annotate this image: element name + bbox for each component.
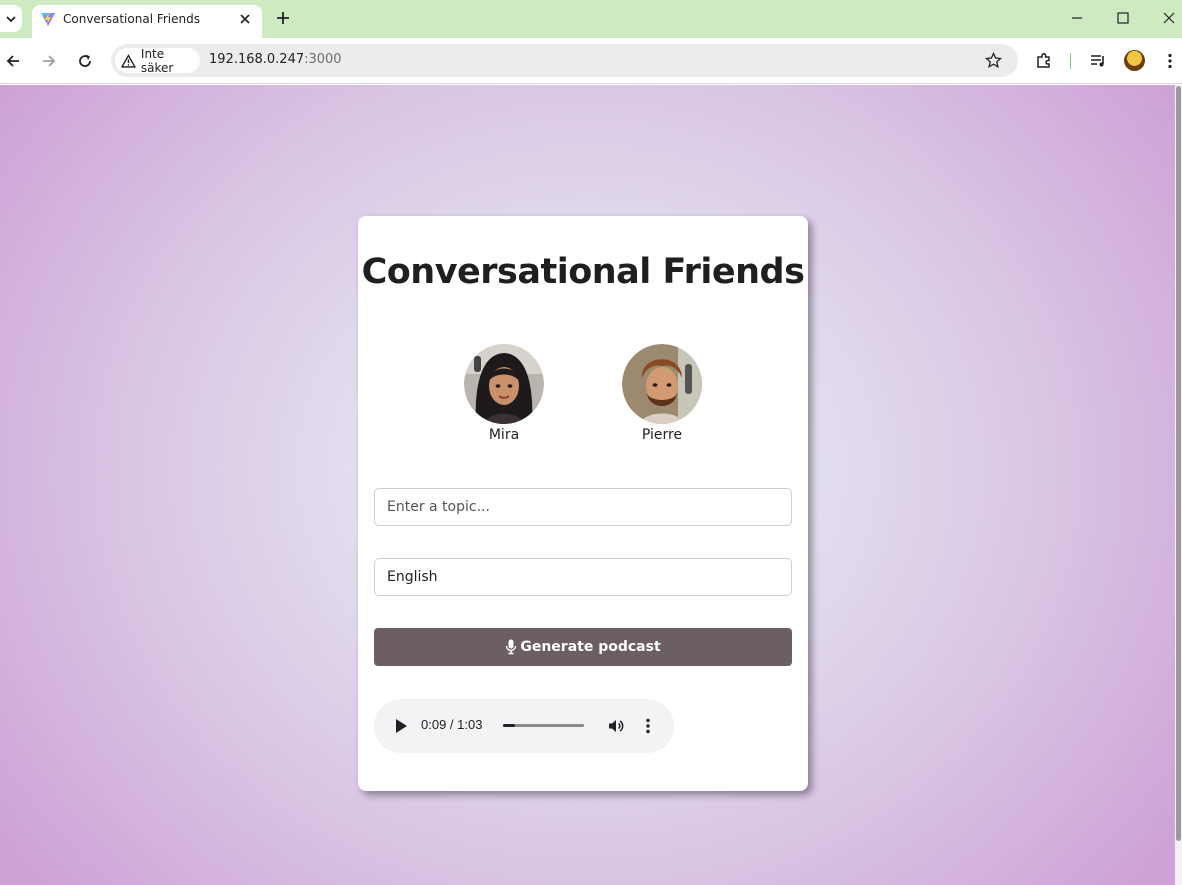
maximize-icon[interactable]: [1115, 10, 1131, 26]
audio-progress-bar[interactable]: [503, 724, 584, 727]
avatar: [464, 344, 544, 424]
tab-title: Conversational Friends: [63, 12, 200, 26]
chevron-down-icon: [6, 15, 16, 22]
extensions-puzzle-icon[interactable]: [1035, 52, 1053, 70]
host-name-mira: Mira: [488, 427, 520, 443]
minimize-icon[interactable]: [1069, 10, 1085, 26]
forward-arrow-icon[interactable]: [40, 52, 58, 70]
vite-favicon-icon: [41, 12, 55, 26]
profile-avatar[interactable]: [1124, 50, 1145, 71]
tab-search-button[interactable]: [0, 5, 22, 32]
close-tab-icon[interactable]: [238, 12, 252, 26]
url-text: 192.168.0.247:3000: [209, 52, 342, 67]
host-name-pierre: Pierre: [641, 427, 683, 443]
scrollbar-thumb[interactable]: [1176, 86, 1181, 841]
browser-tab-active[interactable]: Conversational Friends: [32, 5, 262, 38]
tab-bar: Conversational Friends: [0, 0, 1182, 38]
generate-podcast-button[interactable]: Generate podcast: [374, 628, 792, 666]
avatar: [622, 344, 702, 424]
media-control-icon[interactable]: [1089, 52, 1107, 70]
url-host: 192.168.0.247: [209, 52, 305, 67]
microphone-icon: [506, 639, 517, 655]
page-viewport: Conversational Friends Mira Pierre Enter…: [0, 85, 1175, 885]
generate-button-label: Generate podcast: [520, 639, 661, 655]
topic-input[interactable]: [374, 488, 792, 526]
toolbar-divider: [1070, 53, 1071, 69]
warning-triangle-icon: [121, 53, 136, 68]
bookmark-star-icon[interactable]: [985, 52, 1002, 69]
browser-toolbar: Inte säker 192.168.0.247:3000: [0, 38, 1182, 84]
audio-progress-fill: [503, 724, 515, 727]
reload-icon[interactable]: [76, 52, 94, 70]
host-pierre: Pierre: [622, 344, 702, 443]
audio-player[interactable]: 0:09 / 1:03: [374, 699, 674, 753]
host-mira: Mira: [464, 344, 544, 443]
url-port: :3000: [304, 52, 342, 67]
new-tab-icon[interactable]: [274, 9, 292, 27]
audio-time-display: 0:09 / 1:03: [421, 717, 483, 732]
volume-icon[interactable]: [607, 717, 625, 735]
play-icon[interactable]: [394, 718, 408, 734]
language-selected-value: English: [387, 569, 438, 585]
podcast-card: Conversational Friends Mira Pierre Enter…: [358, 216, 808, 791]
security-label: Inte säker: [140, 46, 174, 75]
address-bar[interactable]: Inte säker 192.168.0.247:3000: [111, 44, 1018, 77]
security-chip[interactable]: Inte säker: [115, 46, 200, 75]
page-title: Conversational Friends: [361, 252, 805, 292]
back-arrow-icon[interactable]: [4, 52, 22, 70]
more-options-icon[interactable]: [640, 717, 656, 735]
close-window-icon[interactable]: [1161, 10, 1177, 26]
language-select[interactable]: English: [374, 558, 792, 596]
kebab-menu-icon[interactable]: [1161, 52, 1179, 70]
